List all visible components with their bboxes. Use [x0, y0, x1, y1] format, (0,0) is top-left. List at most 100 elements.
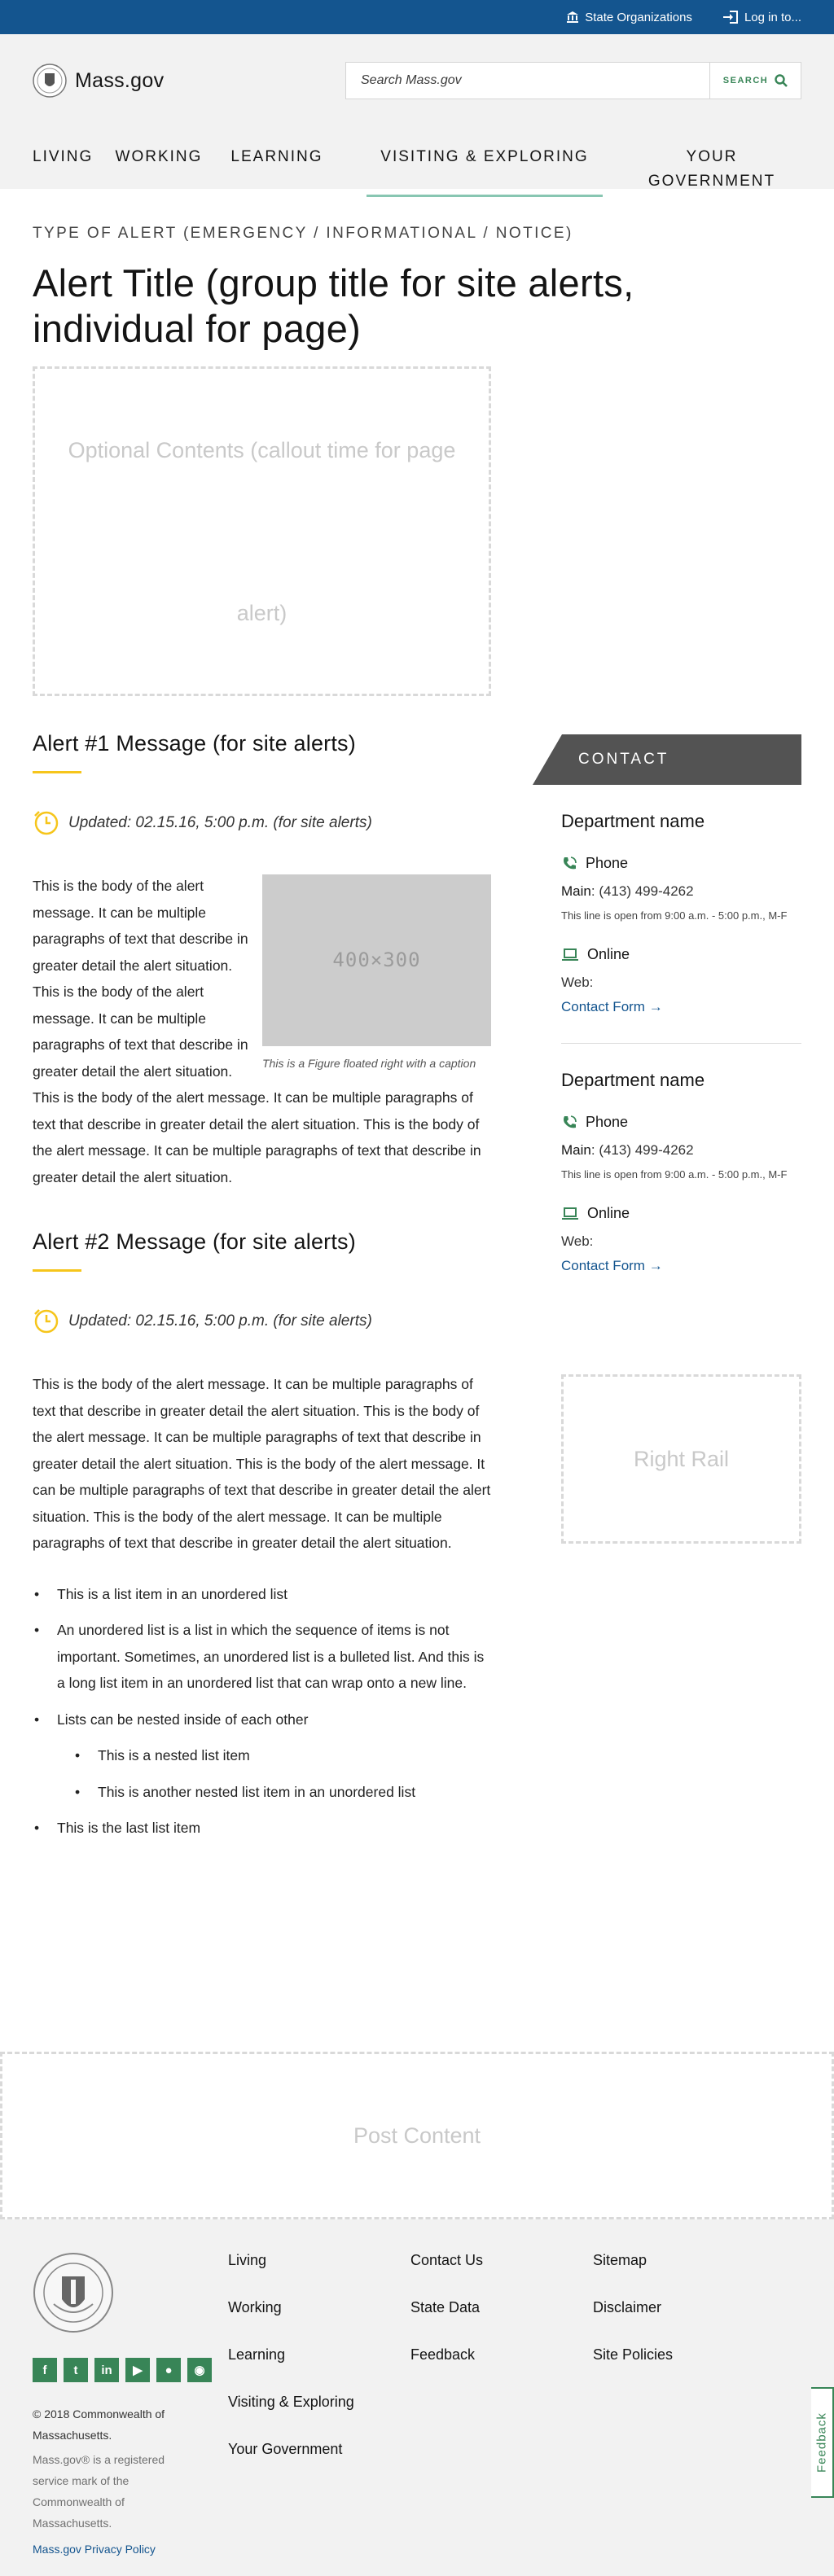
web-label: Web:	[561, 1233, 594, 1249]
web-label: Web:	[561, 975, 594, 990]
contact-department: Department name Phone Main: (413) 499-42…	[561, 806, 801, 1015]
contact-form-link[interactable]: Contact Form →	[561, 1258, 801, 1274]
footer-link-your-government[interactable]: Your Government	[228, 2441, 354, 2488]
nested-list: This is a nested list item This is anoth…	[57, 1742, 491, 1805]
footer-link-state-data[interactable]: State Data	[410, 2299, 483, 2346]
feedback-tab[interactable]: Feedback	[811, 2387, 834, 2498]
footer-link-working[interactable]: Working	[228, 2299, 354, 2346]
footer-link-learning[interactable]: Learning	[228, 2346, 354, 2394]
search-form: Search Mass.gov SEARCH	[345, 62, 801, 99]
post-content-placeholder: Post Content	[0, 2052, 834, 2219]
footer-seal[interactable]	[33, 2252, 114, 2337]
footer-link-site-policies[interactable]: Site Policies	[593, 2346, 673, 2394]
footer-link-visiting-exploring[interactable]: Visiting & Exploring	[228, 2394, 354, 2441]
phone-hours: This line is open from 9:00 a.m. - 5:00 …	[561, 1168, 788, 1181]
department-name: Department name	[561, 811, 705, 831]
figure-caption: This is a Figure floated right with a ca…	[262, 1057, 476, 1070]
contact-sidebar: Department name Phone Main: (413) 499-42…	[561, 806, 801, 1274]
linkedin-icon[interactable]: in	[94, 2358, 119, 2382]
page-title: Alert Title (group title for site alerts…	[33, 261, 634, 350]
footer-link-disclaimer[interactable]: Disclaimer	[593, 2299, 673, 2346]
state-organizations-label: State Organizations	[585, 10, 692, 24]
nested-list-item: This is another nested list item in an u…	[57, 1779, 491, 1806]
nav-learning[interactable]: Learning	[220, 145, 334, 191]
nav-your-government[interactable]: Your Government	[622, 135, 801, 191]
search-button[interactable]: SEARCH	[709, 63, 801, 99]
login-label: Log in to...	[744, 10, 801, 24]
footer-link-feedback[interactable]: Feedback	[410, 2346, 483, 2394]
online-label: Online	[587, 946, 630, 962]
search-button-label: SEARCH	[722, 76, 769, 85]
login-icon	[722, 11, 738, 24]
facebook-icon[interactable]: f	[33, 2358, 57, 2382]
site-logo[interactable]: Mass.gov	[33, 64, 164, 98]
page-header: Type of Alert (Emergency / Informational…	[33, 225, 806, 352]
list-item: This is the last list item	[33, 1815, 491, 1842]
online-heading: Online	[561, 946, 801, 963]
divider	[561, 1043, 801, 1044]
twitter-icon[interactable]: t	[64, 2358, 88, 2382]
alert-type-label: Type of Alert (Emergency / Informational…	[33, 225, 573, 242]
main-phone: Main: (413) 499-4262	[561, 883, 694, 899]
arrow-right-icon: →	[648, 999, 663, 1014]
footer-column-3: Sitemap Disclaimer Site Policies	[593, 2252, 673, 2394]
instagram-icon[interactable]: ◉	[187, 2358, 212, 2382]
footer-column-1: Living Working Learning Visiting & Explo…	[228, 2252, 354, 2488]
state-organizations-link[interactable]: State Organizations	[567, 11, 692, 24]
search-input[interactable]: Search Mass.gov	[346, 63, 709, 99]
phone-label: Phone	[586, 855, 629, 871]
search-icon	[775, 74, 788, 87]
nested-list-item: This is a nested list item	[57, 1742, 491, 1769]
footer-column-2: Contact Us State Data Feedback	[410, 2252, 483, 2394]
copyright-text: © 2018 Commonwealth of Massachusetts.	[33, 2407, 165, 2442]
contact-form-label: Contact Form	[561, 1258, 645, 1273]
contact-department: Department name Phone Main: (413) 499-42…	[561, 1065, 801, 1274]
floated-figure: 400×300 This is a Figure floated right w…	[262, 874, 491, 1074]
department-name: Department name	[561, 1070, 705, 1090]
main-label: Main	[561, 883, 591, 899]
footer-link-contact-us[interactable]: Contact Us	[410, 2252, 483, 2299]
online-heading: Online	[561, 1205, 801, 1222]
list-item: Lists can be nested inside of each other…	[33, 1706, 491, 1806]
contact-heading: CONTACT	[533, 734, 801, 785]
alert-1-updated: Updated: 02.15.16, 5:00 p.m. (for site a…	[33, 809, 491, 837]
nav-living[interactable]: Living	[33, 145, 98, 191]
clock-icon	[34, 811, 59, 835]
alert-2-body: This is the body of the alert message. I…	[33, 1376, 491, 1551]
phone-label: Phone	[586, 1114, 629, 1130]
figure-image-placeholder: 400×300	[262, 874, 491, 1046]
rss-icon[interactable]: ●	[156, 2358, 181, 2382]
title-underline	[33, 771, 81, 773]
laptop-icon	[562, 1207, 578, 1220]
social-links: f t in ▶ ● ◉	[33, 2358, 212, 2382]
nav-visiting-exploring[interactable]: Visiting & Exploring	[367, 135, 603, 197]
copyright-block: © 2018 Commonwealth of Massachusetts. Ma…	[33, 2403, 195, 2560]
privacy-policy-link[interactable]: Mass.gov Privacy Policy	[33, 2539, 195, 2560]
main-phone-number[interactable]: (413) 499-4262	[599, 883, 693, 899]
main-navigation: Living Working Learning Visiting & Explo…	[33, 145, 801, 197]
logo-text: Mass.gov	[75, 68, 165, 92]
nav-working[interactable]: Working	[98, 145, 220, 191]
alert-2-updated-text: Updated: 02.15.16, 5:00 p.m. (for site a…	[68, 1312, 372, 1330]
alert-2-updated: Updated: 02.15.16, 5:00 p.m. (for site a…	[33, 1308, 491, 1335]
phone-icon	[564, 856, 577, 869]
arrow-right-icon: →	[648, 1258, 663, 1273]
footer-link-living[interactable]: Living	[228, 2252, 354, 2299]
alert-1-updated-text: Updated: 02.15.16, 5:00 p.m. (for site a…	[68, 814, 372, 831]
login-link[interactable]: Log in to...	[722, 10, 801, 24]
footer-link-sitemap[interactable]: Sitemap	[593, 2252, 673, 2299]
alert-1-body: 400×300 This is a Figure floated right w…	[33, 873, 491, 1190]
phone-heading: Phone	[561, 1114, 801, 1131]
clock-icon	[34, 1309, 59, 1334]
online-label: Online	[587, 1205, 630, 1221]
trademark-text: Mass.gov® is a registered service mark o…	[33, 2453, 165, 2530]
utility-bar: State Organizations Log in to...	[0, 0, 834, 34]
site-header: Mass.gov Search Mass.gov SEARCH Living W…	[0, 34, 834, 197]
contact-form-link[interactable]: Contact Form →	[561, 999, 801, 1015]
title-underline	[33, 1269, 81, 1272]
right-rail-placeholder: Right Rail	[561, 1374, 801, 1544]
optional-contents-placeholder: Optional Contents (callout time for page…	[33, 366, 491, 696]
youtube-icon[interactable]: ▶	[125, 2358, 150, 2382]
alert-1-title: Alert #1 Message (for site alerts)	[33, 731, 356, 756]
main-phone-number[interactable]: (413) 499-4262	[599, 1142, 693, 1158]
